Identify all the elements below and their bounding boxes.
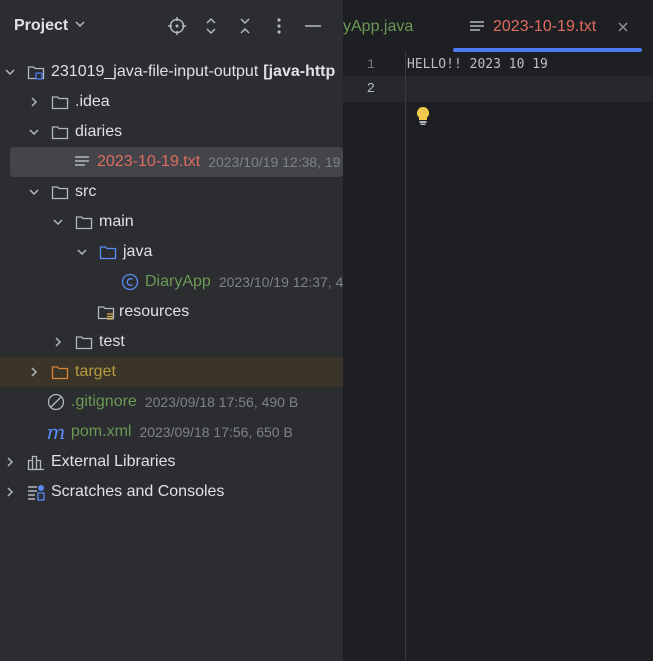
project-panel-header: Project: [0, 0, 343, 52]
active-tab-indicator: [453, 48, 642, 52]
tree-item-test[interactable]: test: [0, 327, 343, 357]
tree-item-label: src: [75, 183, 97, 200]
collapse-all-icon[interactable]: [235, 16, 255, 36]
tree-item-main[interactable]: main: [0, 207, 343, 237]
folder-icon: [51, 123, 69, 141]
tree-item-java[interactable]: java: [0, 237, 343, 267]
libraries-icon: [27, 453, 45, 471]
chevron-right-icon[interactable]: [51, 335, 65, 349]
tree-item-diary-txt[interactable]: 2023-10-19.txt 2023/10/19 12:38, 19: [10, 147, 343, 177]
tree-item-label: .gitignore: [71, 393, 137, 410]
folder-icon: [51, 93, 69, 111]
maven-icon: m: [46, 420, 66, 444]
file-meta: 2023/09/18 17:56, 490 B: [144, 394, 299, 410]
module-folder-icon: [27, 63, 45, 81]
tree-item-label: test: [99, 333, 125, 350]
expand-all-icon[interactable]: [201, 16, 221, 36]
chevron-down-icon[interactable]: [27, 125, 41, 139]
file-meta: 2023/09/18 17:56, 650 B: [139, 424, 293, 440]
tree-item-label: resources: [119, 303, 190, 320]
tree-item-label: 2023-10-19.txt: [97, 153, 201, 170]
tree-item-label: .idea: [75, 93, 110, 110]
tree-item-label: 231019_java-file-input-output: [51, 63, 259, 80]
tab-diary-txt[interactable]: 2023-10-19.txt: [453, 0, 643, 52]
source-folder-icon: [99, 243, 117, 261]
code-line[interactable]: HELLO!! 2023 10 19: [407, 57, 548, 72]
project-tree: 231019_java-file-input-output [java-http…: [0, 57, 343, 507]
tree-item-label: diaries: [75, 123, 123, 140]
tree-item-label: target: [75, 363, 116, 380]
tree-item-external-libraries[interactable]: External Libraries: [0, 447, 343, 477]
scratches-icon: [27, 483, 45, 501]
text-file-icon: [73, 153, 91, 171]
line-number: 1: [366, 57, 375, 73]
hide-panel-icon[interactable]: [303, 16, 323, 36]
lightbulb-icon[interactable]: [416, 106, 430, 131]
project-tool-window: Project 231019_java-file-input-output [j…: [0, 0, 343, 661]
line-number: 2: [366, 81, 375, 97]
tree-item-label: DiaryApp: [145, 273, 211, 290]
file-meta: 2023/10/19 12:37, 4: [218, 274, 343, 290]
tree-item-root-module[interactable]: 231019_java-file-input-output [java-http: [0, 57, 343, 87]
chevron-right-icon[interactable]: [27, 365, 41, 379]
close-icon[interactable]: [617, 20, 629, 38]
options-menu-icon[interactable]: [269, 16, 289, 36]
tree-item-label: pom.xml: [71, 423, 132, 440]
module-name-suffix: [java-http: [263, 63, 336, 80]
tree-item-idea[interactable]: .idea: [0, 87, 343, 117]
tree-item-pom[interactable]: m pom.xml 2023/09/18 17:56, 650 B: [0, 417, 343, 447]
tree-item-label: java: [123, 243, 153, 260]
tab-diaryapp-java[interactable]: yApp.java: [343, 18, 413, 36]
java-class-icon: [121, 273, 139, 291]
tab-label: yApp.java: [343, 18, 414, 35]
tab-label: 2023-10-19.txt: [493, 18, 597, 35]
folder-icon: [75, 333, 93, 351]
tree-item-diaryapp[interactable]: DiaryApp 2023/10/19 12:37, 4: [0, 267, 343, 297]
project-view-selector[interactable]: Project: [14, 17, 86, 35]
tree-item-target[interactable]: target: [0, 357, 343, 387]
folder-icon: [75, 213, 93, 231]
line-number-gutter: 1 2: [343, 52, 406, 661]
tree-item-src[interactable]: src: [0, 177, 343, 207]
chevron-down-icon: [74, 17, 86, 35]
tree-item-label: main: [99, 213, 134, 230]
tree-item-diaries[interactable]: diaries: [0, 117, 343, 147]
resources-folder-icon: [97, 303, 115, 321]
excluded-folder-icon: [51, 363, 69, 381]
tree-item-resources[interactable]: resources: [0, 297, 343, 327]
editor-area: yApp.java 2023-10-19.txt 1 2 HELLO!! 202…: [343, 0, 653, 661]
chevron-down-icon[interactable]: [27, 185, 41, 199]
file-meta: 2023/10/19 12:38, 19: [208, 154, 341, 170]
chevron-right-icon[interactable]: [3, 455, 17, 469]
chevron-right-icon[interactable]: [27, 95, 41, 109]
chevron-down-icon[interactable]: [75, 245, 89, 259]
chevron-down-icon[interactable]: [3, 65, 17, 79]
folder-icon: [51, 183, 69, 201]
project-title: Project: [14, 17, 69, 34]
tree-item-label: External Libraries: [51, 453, 176, 470]
tree-item-label: Scratches and Consoles: [51, 483, 225, 500]
tree-item-gitignore[interactable]: .gitignore 2023/09/18 17:56, 490 B: [0, 387, 343, 417]
chevron-down-icon[interactable]: [51, 215, 65, 229]
select-opened-file-icon[interactable]: [167, 16, 187, 36]
chevron-right-icon[interactable]: [3, 485, 17, 499]
ignore-file-icon: [47, 393, 65, 411]
editor-tab-bar: yApp.java 2023-10-19.txt: [343, 0, 653, 52]
text-file-icon: [469, 20, 485, 39]
tree-item-scratches[interactable]: Scratches and Consoles: [0, 477, 343, 507]
